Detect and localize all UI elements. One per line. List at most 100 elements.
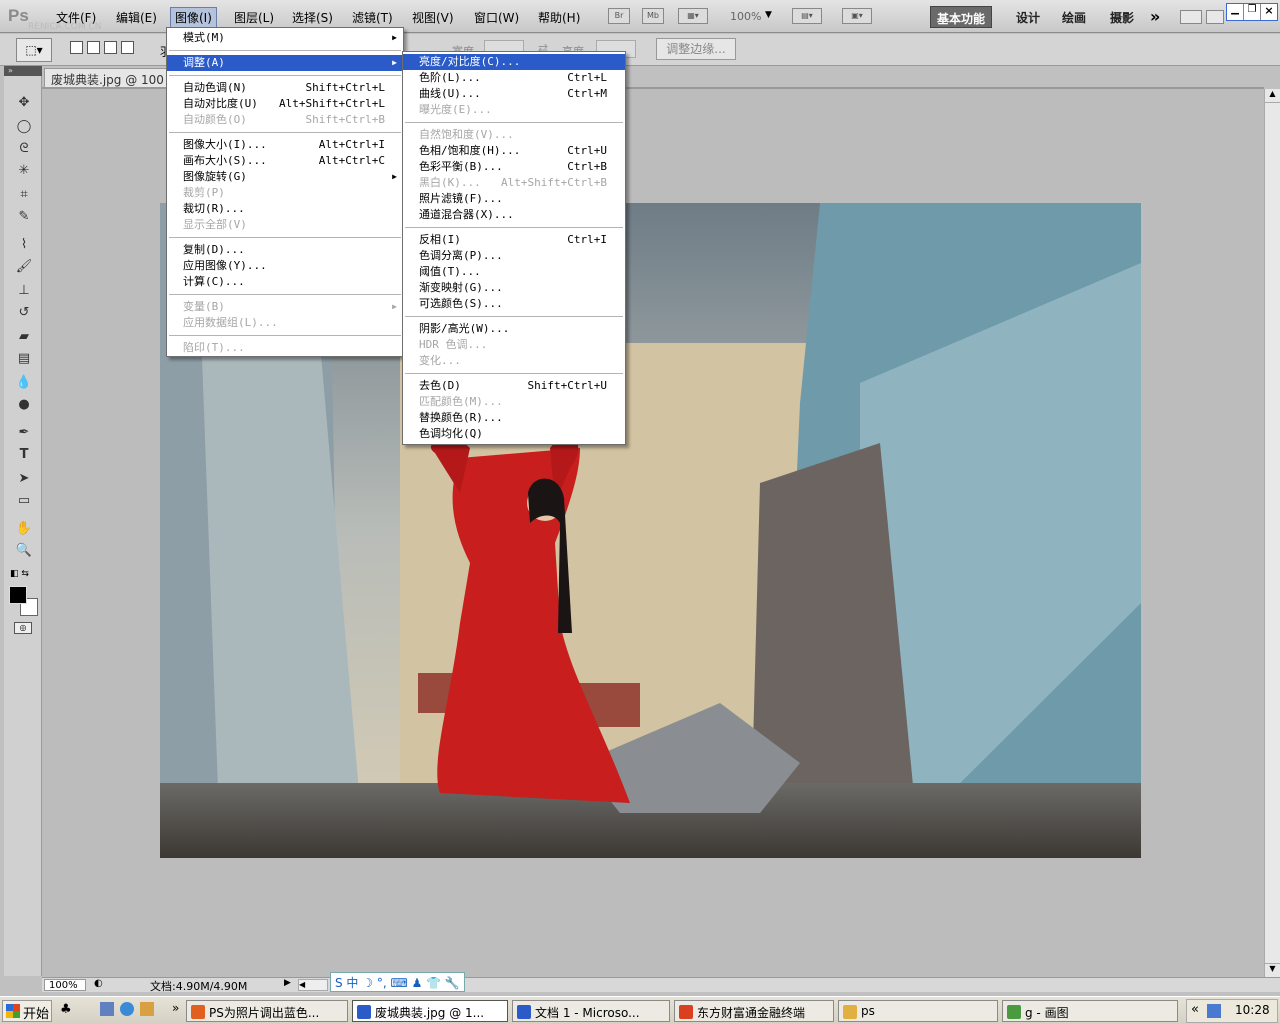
- adjust_menu-item-16[interactable]: 可选颜色(S)...: [403, 296, 625, 312]
- elliptical-marquee-icon[interactable]: ◯: [14, 118, 34, 136]
- refine-edge-button[interactable]: 调整边缘...: [656, 38, 736, 60]
- taskbar-task-1[interactable]: 废城典装.jpg @ 1...: [352, 1000, 508, 1022]
- minimize-icon[interactable]: ▁: [1227, 4, 1244, 20]
- adjust_menu-item-15[interactable]: 渐变映射(G)...: [403, 280, 625, 296]
- clock[interactable]: 10:28: [1235, 1003, 1270, 1017]
- blur-tool-icon[interactable]: 💧: [14, 374, 34, 392]
- menu-7[interactable]: 窗口(W): [470, 8, 523, 27]
- zoom-level-dropdown[interactable]: 100%: [730, 10, 761, 23]
- image_menu-item-8[interactable]: 图像大小(I)... Alt+Ctrl+I: [167, 137, 403, 153]
- ie-icon[interactable]: [120, 1002, 134, 1016]
- menu-8[interactable]: 帮助(H): [534, 8, 584, 27]
- adjust_menu-item-25[interactable]: 色调均化(Q): [403, 426, 625, 442]
- clone-stamp-icon[interactable]: ⊥: [14, 282, 34, 300]
- lasso-tool-icon[interactable]: ᘓ: [14, 140, 34, 158]
- healing-brush-icon[interactable]: ⌇: [14, 236, 34, 254]
- subtract-selection-icon[interactable]: [104, 41, 117, 54]
- expand-quicklaunch-icon[interactable]: »: [172, 1001, 179, 1015]
- network-icon[interactable]: [1207, 1004, 1221, 1018]
- restore-doc-icon[interactable]: [1206, 10, 1224, 24]
- menu-5[interactable]: 滤镜(T): [348, 8, 397, 27]
- adjust_menu-item-7[interactable]: 色彩平衡(B)... Ctrl+B: [403, 159, 625, 175]
- scroll-up-icon[interactable]: ▲: [1265, 89, 1280, 103]
- default-colors-icon[interactable]: ◧ ⇆: [10, 569, 29, 579]
- mini-bridge-button[interactable]: Mb: [642, 8, 664, 24]
- status-arrow-icon[interactable]: ▶: [284, 978, 291, 988]
- history-brush-icon[interactable]: ↺: [14, 304, 34, 322]
- image_menu-item-5[interactable]: 自动对比度(U) Alt+Shift+Ctrl+L: [167, 96, 403, 112]
- workspace-2[interactable]: 绘画: [1056, 6, 1092, 28]
- tray-expand-icon[interactable]: «: [1191, 1002, 1199, 1017]
- image_menu-item-12[interactable]: 裁切(R)...: [167, 201, 403, 217]
- start-button[interactable]: 开始: [2, 1000, 52, 1022]
- cs-live-button[interactable]: [1180, 10, 1202, 24]
- image_menu-item-0[interactable]: 模式(M) ▶: [167, 30, 403, 46]
- taskbar-task-3[interactable]: 东方财富通金融终端: [674, 1000, 834, 1022]
- image_menu-item-2[interactable]: 调整(A) ▶: [167, 55, 403, 71]
- vertical-scrollbar[interactable]: ▲ ▼: [1264, 89, 1280, 977]
- document-tab[interactable]: 废城典装.jpg @ 100: [44, 68, 174, 88]
- bridge-button[interactable]: Br: [608, 8, 630, 24]
- path-selection-icon[interactable]: ➤: [14, 470, 34, 488]
- adjust_menu-item-6[interactable]: 色相/饱和度(H)... Ctrl+U: [403, 143, 625, 159]
- pen-tool-icon[interactable]: ✒: [14, 424, 34, 442]
- show-desktop-icon[interactable]: [100, 1002, 114, 1016]
- adjust_menu-item-24[interactable]: 替换颜色(R)...: [403, 410, 625, 426]
- chevron-down-icon[interactable]: ▼: [765, 10, 772, 20]
- menu-3[interactable]: 图层(L): [230, 8, 278, 27]
- scroll-left-icon[interactable]: ◀: [298, 979, 328, 991]
- adjust_menu-item-0[interactable]: 亮度/对比度(C)...: [403, 54, 625, 70]
- adjust_menu-item-22[interactable]: 去色(D) Shift+Ctrl+U: [403, 378, 625, 394]
- quicklaunch-icon[interactable]: ♣: [60, 1002, 82, 1020]
- arrange-documents-button[interactable]: ▤▾: [792, 8, 822, 24]
- menu-4[interactable]: 选择(S): [288, 8, 337, 27]
- marquee-preset-picker[interactable]: ⬚▾: [16, 38, 52, 62]
- crop-tool-icon[interactable]: ⌗: [14, 186, 34, 204]
- zoom-field[interactable]: 100%: [44, 979, 86, 991]
- gradient-tool-icon[interactable]: ▤: [14, 350, 34, 368]
- eraser-tool-icon[interactable]: ▰: [14, 328, 34, 346]
- image_menu-item-16[interactable]: 应用图像(Y)...: [167, 258, 403, 274]
- workspace-0[interactable]: 基本功能: [930, 6, 993, 28]
- add-selection-icon[interactable]: [87, 41, 100, 54]
- collapse-panel-icon[interactable]: »: [4, 66, 42, 76]
- adjust_menu-item-2[interactable]: 曲线(U)... Ctrl+M: [403, 86, 625, 102]
- brush-tool-icon[interactable]: 🖌: [14, 258, 34, 276]
- taskbar-task-5[interactable]: g - 画图: [1002, 1000, 1178, 1022]
- taskbar-task-0[interactable]: PS为照片调出蓝色...: [186, 1000, 348, 1022]
- taskbar-task-4[interactable]: ps: [838, 1000, 998, 1022]
- view-extras-button[interactable]: ▦▾: [678, 8, 708, 24]
- new-selection-icon[interactable]: [70, 41, 83, 54]
- dodge-tool-icon[interactable]: ●: [14, 396, 34, 414]
- zoom-tool-icon[interactable]: 🔍: [14, 542, 34, 560]
- adjust_menu-item-14[interactable]: 阈值(T)...: [403, 264, 625, 280]
- move-tool-icon[interactable]: ✥: [14, 94, 34, 112]
- menu-1[interactable]: 编辑(E): [112, 8, 161, 27]
- image_menu-item-17[interactable]: 计算(C)...: [167, 274, 403, 290]
- close-icon[interactable]: ×: [1261, 4, 1277, 20]
- taskbar-task-2[interactable]: 文档 1 - Microso...: [512, 1000, 670, 1022]
- adjust_menu-item-1[interactable]: 色阶(L)... Ctrl+L: [403, 70, 625, 86]
- more-workspaces-icon[interactable]: »: [1150, 7, 1160, 26]
- screen-mode-button[interactable]: ▣▾: [842, 8, 872, 24]
- eyedropper-icon[interactable]: ✎: [14, 208, 34, 226]
- adjust_menu-item-18[interactable]: 阴影/高光(W)...: [403, 321, 625, 337]
- scroll-down-icon[interactable]: ▼: [1265, 963, 1280, 977]
- adjust_menu-item-9[interactable]: 照片滤镜(F)...: [403, 191, 625, 207]
- adjust_menu-item-13[interactable]: 色调分离(P)...: [403, 248, 625, 264]
- image_menu-item-15[interactable]: 复制(D)...: [167, 242, 403, 258]
- type-tool-icon[interactable]: T: [14, 446, 34, 464]
- ime-toolbar[interactable]: S 中 ☽ °, ⌨ ♟ 👕 🔧: [330, 972, 465, 992]
- image_menu-item-10[interactable]: 图像旋转(G) ▶: [167, 169, 403, 185]
- status-menu-icon[interactable]: ◐: [94, 978, 103, 989]
- rectangle-tool-icon[interactable]: ▭: [14, 492, 34, 510]
- image_menu-item-9[interactable]: 画布大小(S)... Alt+Ctrl+C: [167, 153, 403, 169]
- quick-mask-icon[interactable]: ◎: [14, 622, 32, 634]
- adjust_menu-item-10[interactable]: 通道混合器(X)...: [403, 207, 625, 223]
- image_menu-item-4[interactable]: 自动色调(N) Shift+Ctrl+L: [167, 80, 403, 96]
- foreground-color-swatch[interactable]: [9, 586, 27, 604]
- adjust_menu-item-12[interactable]: 反相(I) Ctrl+I: [403, 232, 625, 248]
- menu-6[interactable]: 视图(V): [408, 8, 458, 27]
- restore-window-icon[interactable]: ❐: [1244, 4, 1261, 20]
- menu-2[interactable]: 图像(I): [170, 7, 217, 28]
